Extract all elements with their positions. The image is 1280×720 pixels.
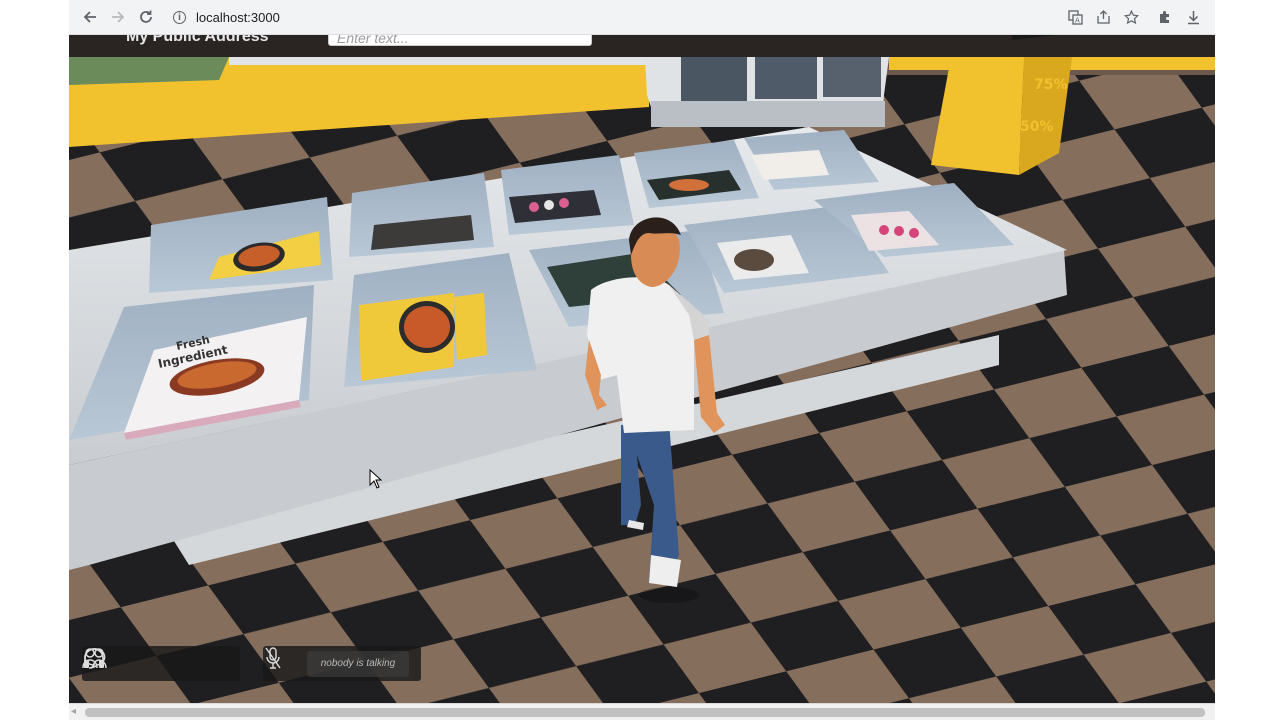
back-arrow-icon[interactable] [79,6,101,28]
download-icon[interactable] [1184,8,1202,26]
top-overlay-bar: My Public Address [69,35,1215,57]
scroll-left-arrow-icon[interactable]: ◂ [71,706,76,717]
microphone-muted-icon[interactable] [265,647,303,679]
public-address-text-input[interactable] [328,35,592,46]
address-bar[interactable]: i localhost:3000 [165,4,1045,30]
translate-icon[interactable]: A [1066,8,1084,26]
extensions-puzzle-icon[interactable] [1156,8,1174,26]
sale-sign-75: 75% [1034,77,1068,93]
mouse-cursor-icon [369,469,383,489]
chat-icon[interactable] [84,648,173,679]
social-toolbar [82,646,240,681]
url-text: localhost:3000 [196,9,280,25]
browser-toolbar: i localhost:3000 A [69,0,1215,35]
voice-toolbar: nobody is talking [263,646,421,681]
talking-status: nobody is talking [307,650,409,677]
game-viewport[interactable]: 75% 50% Fresh Ingredient My Public Addre… [69,35,1215,703]
horizontal-scrollbar[interactable]: ◂ [69,703,1215,720]
share-icon[interactable] [1094,8,1112,26]
bookmark-star-icon[interactable] [1122,8,1140,26]
headphones-icon[interactable] [84,648,224,679]
video-right-margin [1215,0,1280,720]
public-address-label: My Public Address [126,35,269,45]
video-left-margin [0,0,69,720]
svg-text:A: A [1075,16,1080,24]
sale-sign-50: 50% [1020,119,1054,135]
site-info-icon[interactable]: i [173,10,186,24]
forward-arrow-icon[interactable] [107,6,129,28]
scrollbar-thumb[interactable] [85,708,1205,717]
reload-icon[interactable] [135,6,157,28]
scene-render: 75% 50% Fresh Ingredient [69,35,1215,703]
